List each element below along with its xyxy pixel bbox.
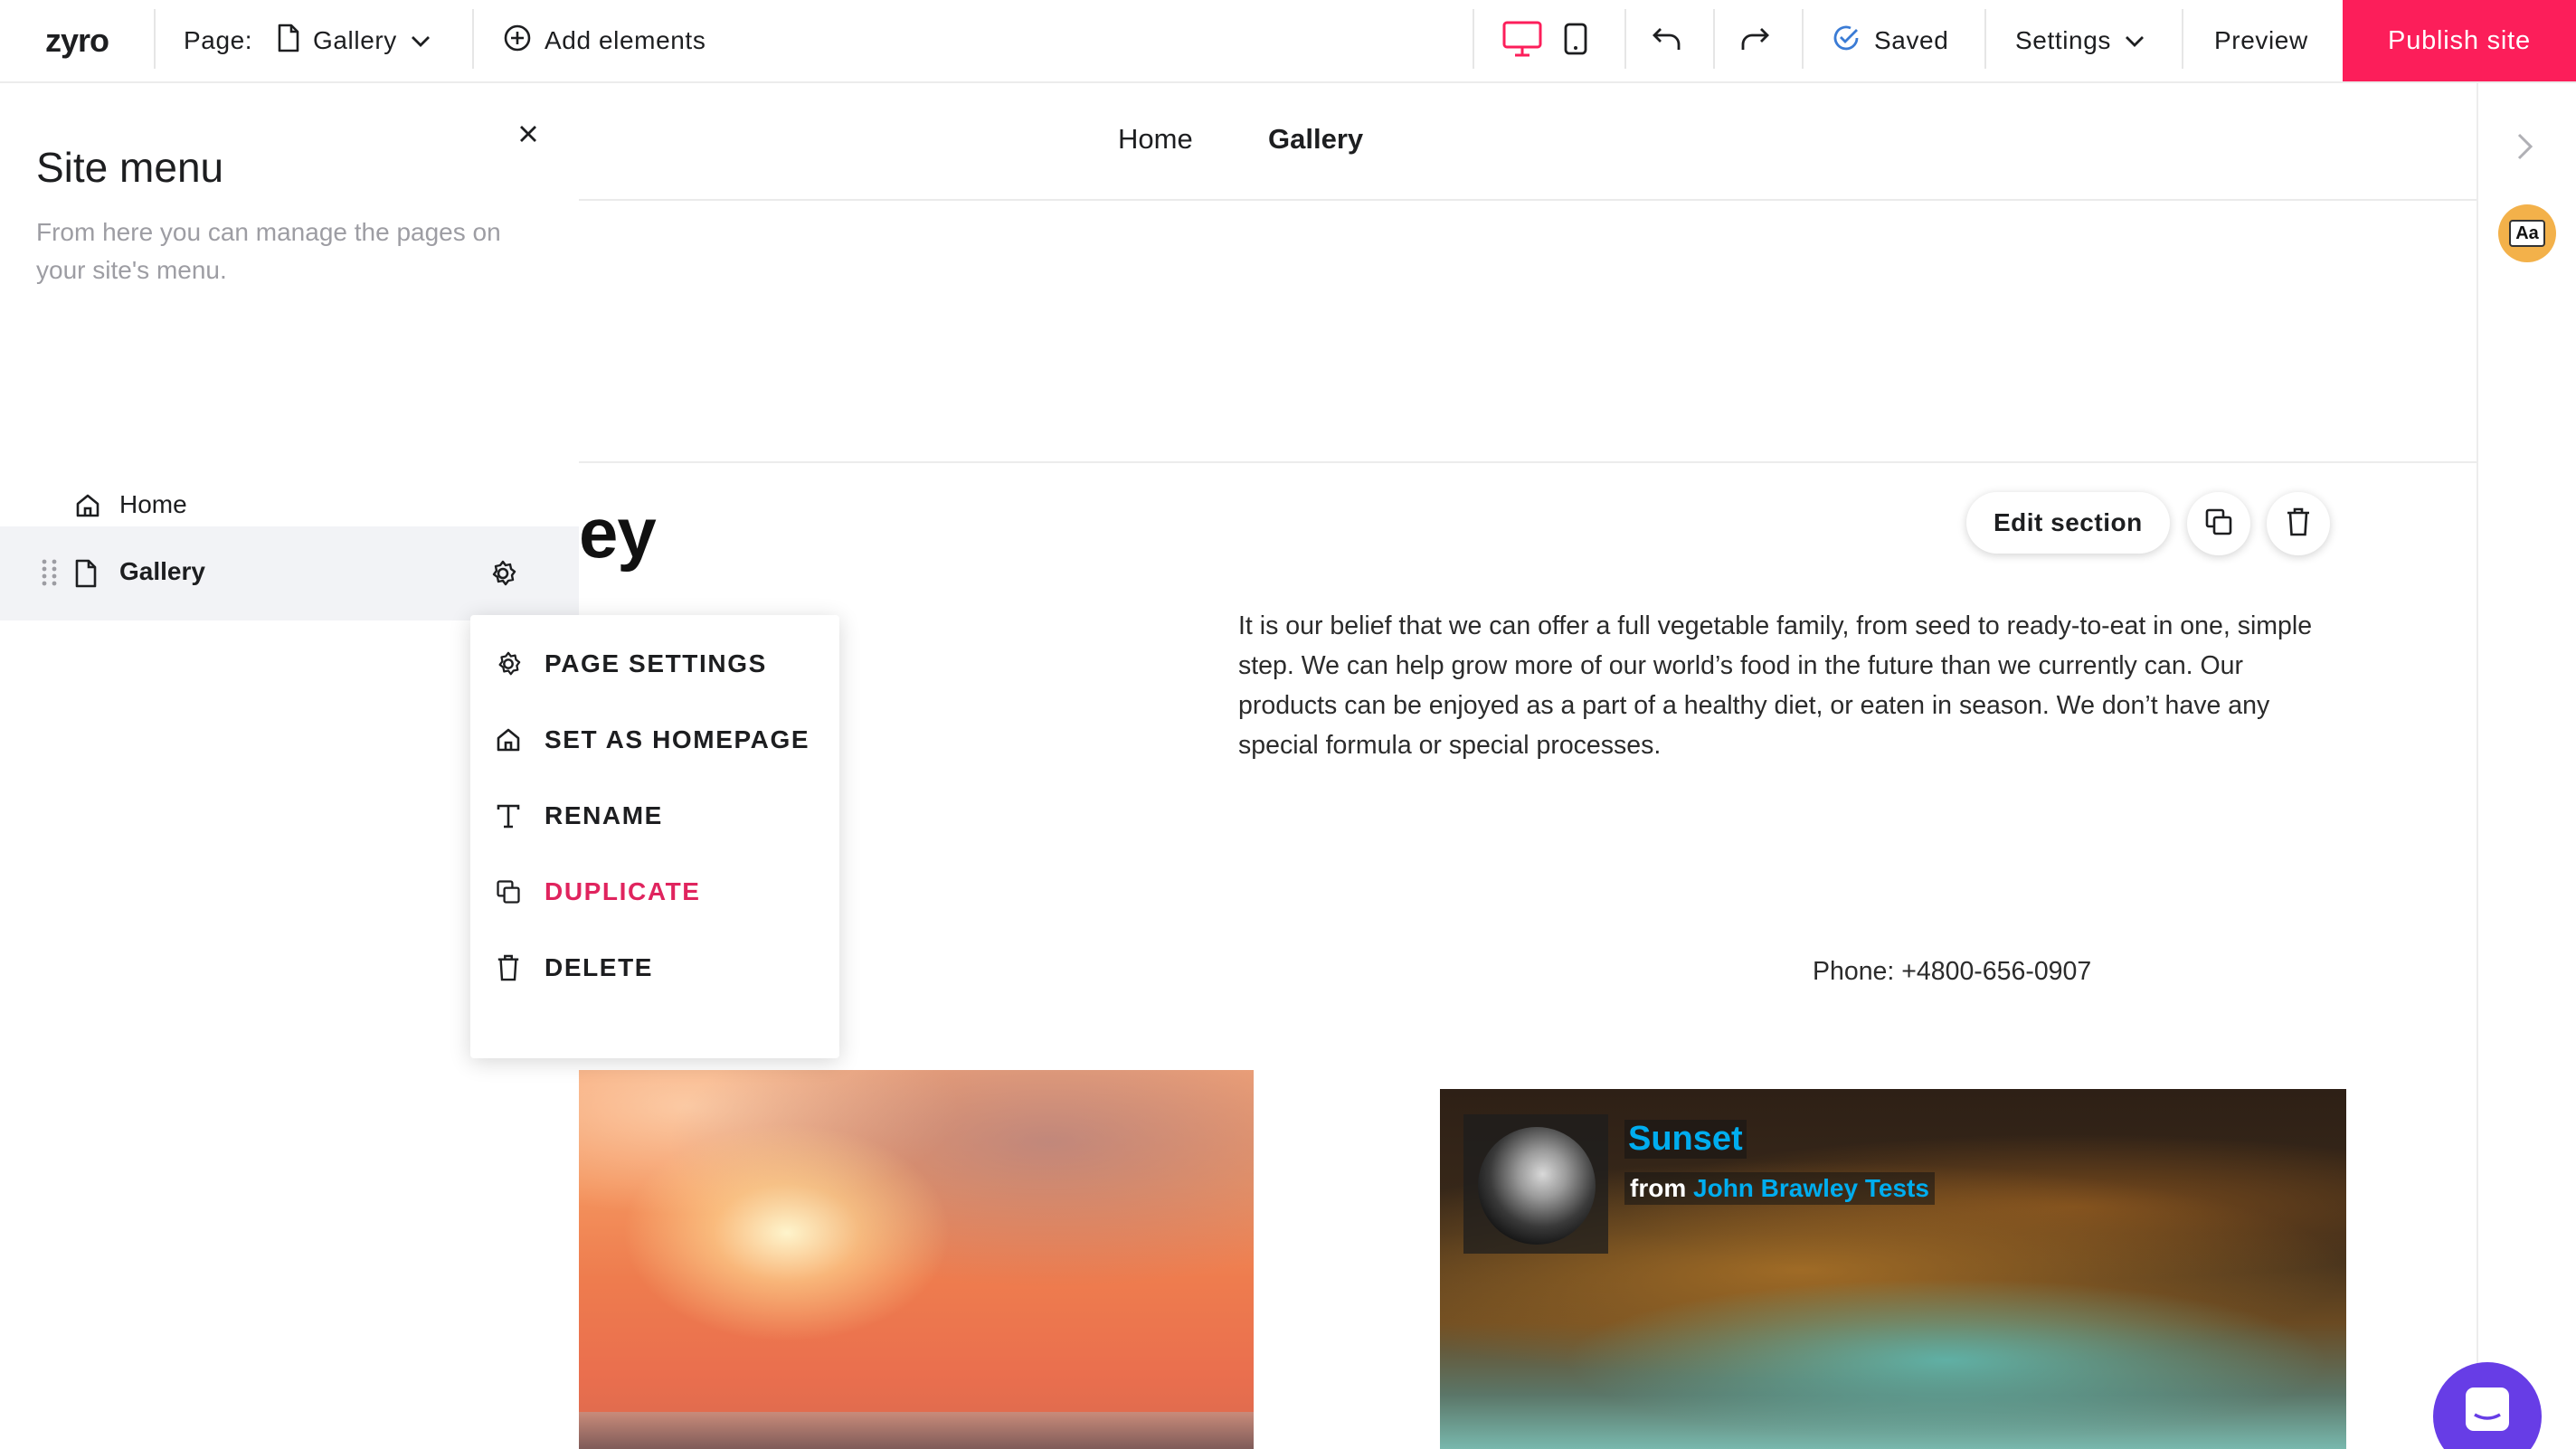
site-menu-item-gallery[interactable]: Gallery	[0, 526, 579, 620]
section-heading[interactable]: ey	[579, 492, 657, 574]
divider	[2182, 9, 2183, 69]
menu-item-rename[interactable]: RENAME	[494, 791, 663, 841]
divider	[1624, 9, 1626, 69]
sea-horizon	[579, 1412, 1254, 1449]
drag-handle-icon[interactable]	[40, 557, 60, 592]
delete-section-button[interactable]	[2267, 492, 2330, 555]
chevron-down-icon	[410, 26, 431, 55]
page-icon	[74, 559, 98, 592]
chevron-right-icon[interactable]	[2514, 130, 2536, 167]
mobile-icon	[1563, 22, 1588, 61]
video-author-avatar-frame[interactable]	[1463, 1114, 1608, 1254]
current-page-name: Gallery	[313, 26, 397, 54]
menu-item-label: PAGE SETTINGS	[545, 649, 767, 677]
section-divider	[579, 461, 2477, 463]
duplicate-section-button[interactable]	[2187, 492, 2250, 555]
menu-item-label: DELETE	[545, 953, 654, 981]
undo-icon	[1652, 25, 1682, 57]
undo-button[interactable]	[1652, 0, 1682, 81]
sunset-image[interactable]	[579, 1070, 1254, 1449]
check-circle-icon	[1831, 23, 1861, 60]
video-byline: from John Brawley Tests	[1624, 1172, 1935, 1205]
divider	[1473, 9, 1474, 69]
preview-button[interactable]: Preview	[2214, 0, 2308, 81]
mobile-view-button[interactable]	[1563, 0, 1588, 81]
desktop-icon	[1501, 20, 1543, 62]
text-icon	[494, 801, 523, 830]
site-menu-title: Site menu	[36, 144, 224, 191]
page-context-menu: PAGE SETTINGS SET AS HOMEPAGE RENAME DUP…	[470, 615, 839, 1058]
typography-button[interactable]: Aa	[2498, 204, 2556, 262]
publish-site-button[interactable]: Publish site	[2343, 0, 2576, 81]
divider	[154, 9, 156, 69]
gear-icon	[494, 649, 523, 678]
divider	[1802, 9, 1804, 69]
video-embed[interactable]: Sunset from John Brawley Tests	[1440, 1089, 2346, 1449]
right-toolbar: Aa	[2477, 83, 2576, 1449]
duplicate-icon	[494, 877, 523, 906]
video-author-link[interactable]: John Brawley Tests	[1693, 1174, 1929, 1202]
typography-label: Aa	[2509, 220, 2545, 247]
divider	[472, 9, 474, 69]
page-selector-dropdown[interactable]: Gallery	[277, 0, 431, 81]
page-label: Page:	[184, 26, 253, 54]
zyro-logo[interactable]: zyro	[45, 0, 109, 81]
video-title[interactable]: Sunset	[1624, 1120, 1747, 1159]
menu-item-label: SET AS HOMEPAGE	[545, 725, 810, 753]
divider	[1984, 9, 1986, 69]
divider	[1713, 9, 1715, 69]
avatar	[1478, 1127, 1596, 1245]
menu-item-label: DUPLICATE	[545, 877, 701, 905]
menu-item-delete[interactable]: DELETE	[494, 942, 653, 993]
site-menu-item-label: Gallery	[119, 557, 205, 585]
trash-icon	[494, 953, 523, 982]
redo-button[interactable]	[1739, 0, 1770, 81]
close-icon[interactable]	[514, 119, 543, 148]
home-icon	[494, 725, 523, 754]
site-menu-item-label: Home	[119, 490, 187, 518]
video-from-label: from	[1630, 1174, 1687, 1202]
editor-topbar: zyro Page: Gallery Add elements Saved Se…	[0, 0, 2576, 83]
menu-item-set-as-homepage[interactable]: SET AS HOMEPAGE	[494, 715, 810, 765]
settings-dropdown[interactable]: Settings	[2015, 0, 2145, 81]
edit-section-button[interactable]: Edit section	[1966, 492, 2170, 554]
chevron-down-icon	[2124, 26, 2145, 55]
plus-circle-icon	[503, 24, 532, 59]
redo-icon	[1739, 25, 1770, 57]
chat-icon	[2460, 1384, 2514, 1443]
settings-label: Settings	[2015, 26, 2111, 54]
about-paragraph[interactable]: It is our belief that we can offer a ful…	[1238, 606, 2342, 765]
nav-link-home[interactable]: Home	[1118, 123, 1193, 156]
add-elements-label: Add elements	[545, 26, 706, 54]
duplicate-icon	[2203, 507, 2234, 542]
add-elements-button[interactable]: Add elements	[503, 0, 706, 81]
menu-item-label: RENAME	[545, 801, 663, 829]
gear-icon[interactable]	[488, 559, 517, 592]
trash-icon	[2285, 507, 2312, 542]
site-menu-description: From here you can manage the pages on yo…	[36, 218, 501, 284]
phone-text[interactable]: Phone: +4800-656-0907	[1813, 957, 2091, 987]
home-icon	[74, 492, 101, 524]
nav-link-gallery[interactable]: Gallery	[1268, 123, 1363, 156]
page-icon	[277, 24, 300, 59]
saved-label: Saved	[1874, 26, 1949, 54]
menu-item-page-settings[interactable]: PAGE SETTINGS	[494, 639, 767, 689]
desktop-view-button[interactable]	[1501, 0, 1543, 81]
menu-item-duplicate[interactable]: DUPLICATE	[494, 867, 701, 917]
saved-status: Saved	[1831, 0, 1948, 81]
